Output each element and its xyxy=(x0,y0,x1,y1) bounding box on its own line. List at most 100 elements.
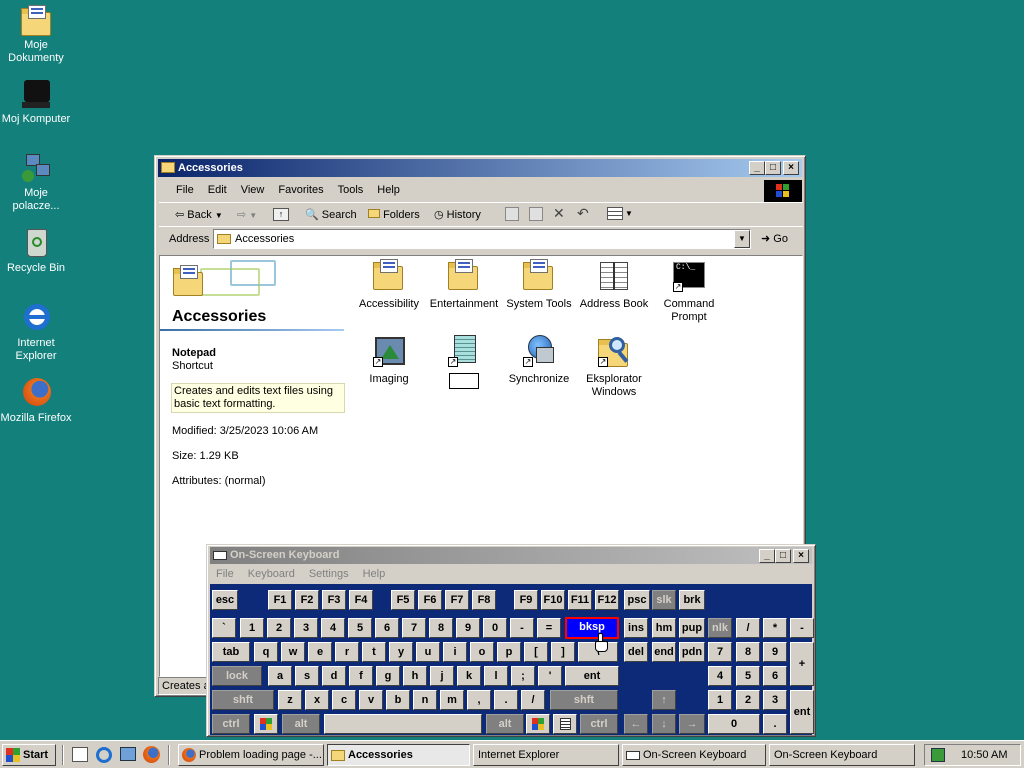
key-end[interactable]: end xyxy=(652,642,676,662)
key-5[interactable]: 5 xyxy=(348,618,372,638)
firefox-icon[interactable] xyxy=(143,746,160,763)
key-semicolon[interactable]: ; xyxy=(511,666,535,686)
key-equals[interactable]: = xyxy=(537,618,561,638)
key-p[interactable]: p xyxy=(497,642,521,662)
key-ins[interactable]: ins xyxy=(624,618,648,638)
key-6[interactable]: 6 xyxy=(375,618,399,638)
key-f10[interactable]: F10 xyxy=(541,590,565,610)
desktop-icon-recycle-bin[interactable]: Recycle Bin xyxy=(0,227,72,275)
key-kp-subtract[interactable]: - xyxy=(790,618,814,638)
key-left-shift[interactable]: shft xyxy=(212,690,274,710)
task-osk-2[interactable]: On-Screen Keyboard xyxy=(769,744,915,766)
key-f3[interactable]: F3 xyxy=(322,590,346,610)
menu-favorites[interactable]: Favorites xyxy=(271,181,330,199)
item-synchronize[interactable]: ↗ Synchronize xyxy=(501,335,577,386)
key-kp4[interactable]: 4 xyxy=(708,666,732,686)
key-9[interactable]: 9 xyxy=(456,618,480,638)
close-button[interactable]: × xyxy=(793,549,809,563)
maximize-button[interactable]: □ xyxy=(775,549,791,563)
key-v[interactable]: v xyxy=(359,690,383,710)
key-f8[interactable]: F8 xyxy=(472,590,496,610)
key-f1[interactable]: F1 xyxy=(268,590,292,610)
key-kp8[interactable]: 8 xyxy=(736,642,760,662)
key-right-shift[interactable]: shft xyxy=(550,690,618,710)
key-0[interactable]: 0 xyxy=(483,618,507,638)
key-del[interactable]: del xyxy=(624,642,648,662)
menu-settings[interactable]: Settings xyxy=(302,565,356,583)
key-kp-divide[interactable]: / xyxy=(736,618,760,638)
key-right-bracket[interactable]: ] xyxy=(551,642,575,662)
outlook-express-icon[interactable] xyxy=(120,747,136,761)
key-kp-add[interactable]: + xyxy=(790,642,814,686)
key-3[interactable]: 3 xyxy=(294,618,318,638)
task-firefox[interactable]: Problem loading page -... xyxy=(178,744,324,766)
menu-file[interactable]: File xyxy=(209,565,241,583)
folders-button[interactable]: Folders xyxy=(368,206,420,224)
menu-edit[interactable]: Edit xyxy=(201,181,234,199)
forward-button[interactable]: ⇨ ▼ xyxy=(237,206,257,224)
key-comma[interactable]: , xyxy=(467,690,491,710)
desktop-icon-internet-explorer[interactable]: Internet Explorer xyxy=(0,302,72,363)
key-8[interactable]: 8 xyxy=(429,618,453,638)
key-q[interactable]: q xyxy=(254,642,278,662)
key-o[interactable]: o xyxy=(470,642,494,662)
key-menu[interactable] xyxy=(553,714,577,734)
key-z[interactable]: z xyxy=(278,690,302,710)
key-kp1[interactable]: 1 xyxy=(708,690,732,710)
menu-tools[interactable]: Tools xyxy=(331,181,371,199)
key-pdn[interactable]: pdn xyxy=(679,642,705,662)
key-i[interactable]: i xyxy=(443,642,467,662)
key-caps-lock[interactable]: lock xyxy=(212,666,262,686)
key-kp9[interactable]: 9 xyxy=(763,642,787,662)
show-desktop-icon[interactable] xyxy=(72,747,88,762)
key-kp0[interactable]: 0 xyxy=(708,714,760,734)
key-slk[interactable]: slk xyxy=(652,590,676,610)
key-hm[interactable]: hm xyxy=(652,618,676,638)
key-7[interactable]: 7 xyxy=(402,618,426,638)
menu-help[interactable]: Help xyxy=(370,181,407,199)
key-t[interactable]: t xyxy=(362,642,386,662)
key-slash[interactable]: / xyxy=(521,690,545,710)
key-f9[interactable]: F9 xyxy=(514,590,538,610)
key-b[interactable]: b xyxy=(386,690,410,710)
key-kp-multiply[interactable]: * xyxy=(763,618,787,638)
key-left-alt[interactable]: alt xyxy=(282,714,320,734)
clock[interactable]: 10:50 AM xyxy=(961,749,1007,761)
key-down-arrow[interactable]: ↓ xyxy=(652,714,676,734)
item-entertainment[interactable]: Entertainment xyxy=(426,259,502,311)
key-f7[interactable]: F7 xyxy=(445,590,469,610)
key-s[interactable]: s xyxy=(295,666,319,686)
key-bksp[interactable]: bksp xyxy=(565,617,619,639)
key-period[interactable]: . xyxy=(494,690,518,710)
key-kp-decimal[interactable]: . xyxy=(763,714,787,734)
menu-file[interactable]: File xyxy=(169,181,201,199)
go-button[interactable]: ➜ Go xyxy=(761,231,788,247)
key-grave[interactable]: ` xyxy=(212,618,236,638)
key-enter[interactable]: ent xyxy=(565,666,619,686)
key-left-ctrl[interactable]: ctrl xyxy=(212,714,250,734)
key-space[interactable] xyxy=(324,714,482,734)
task-internet-explorer[interactable]: Internet Explorer xyxy=(473,744,619,766)
item-command-prompt[interactable]: C:\_ ↗ Command Prompt xyxy=(651,260,727,324)
key-f11[interactable]: F11 xyxy=(568,590,592,610)
move-to-icon[interactable] xyxy=(505,207,519,221)
key-left-windows[interactable] xyxy=(254,714,278,734)
key-h[interactable]: h xyxy=(403,666,427,686)
item-imaging[interactable]: ↗ Imaging xyxy=(351,335,427,386)
key-brk[interactable]: brk xyxy=(679,590,705,610)
key-right-arrow[interactable]: → xyxy=(679,714,705,734)
history-button[interactable]: ◷ History xyxy=(434,206,481,224)
close-button[interactable]: × xyxy=(783,161,799,175)
search-button[interactable]: 🔍 Search xyxy=(305,206,357,224)
key-kp-enter[interactable]: ent xyxy=(790,690,814,734)
key-l[interactable]: l xyxy=(484,666,508,686)
key-pup[interactable]: pup xyxy=(679,618,705,638)
key-kp2[interactable]: 2 xyxy=(736,690,760,710)
back-button[interactable]: ⇦ Back ▼ xyxy=(175,206,223,224)
minimize-button[interactable]: _ xyxy=(759,549,775,563)
desktop-icon-my-computer[interactable]: Moj Komputer xyxy=(0,78,72,126)
key-psc[interactable]: psc xyxy=(624,590,650,610)
key-r[interactable]: r xyxy=(335,642,359,662)
start-button[interactable]: Start xyxy=(2,744,56,766)
item-address-book[interactable]: Address Book xyxy=(576,260,652,311)
